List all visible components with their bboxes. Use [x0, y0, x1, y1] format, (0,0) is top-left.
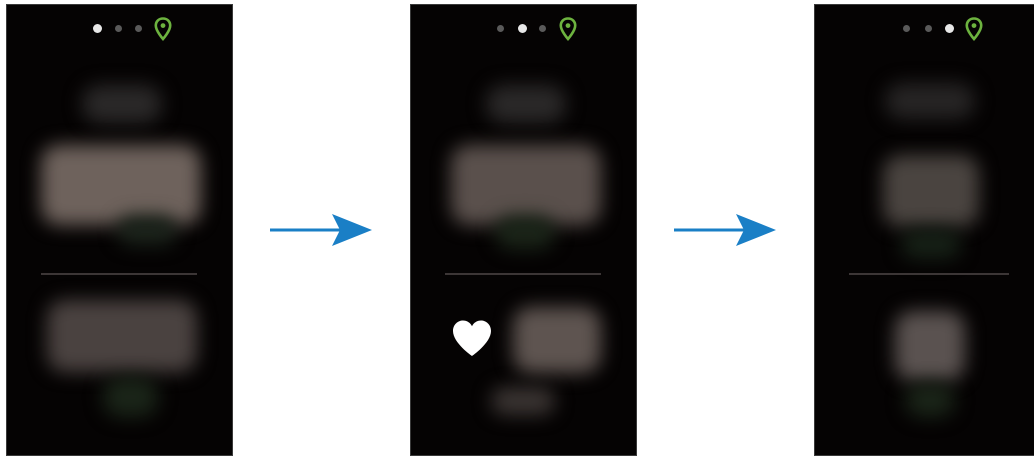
watch-screen-page-3	[814, 4, 1034, 456]
right-arrow-icon	[674, 214, 776, 246]
blurred-value	[41, 145, 201, 225]
page-dot[interactable]	[539, 25, 546, 32]
page-indicator	[815, 17, 1034, 41]
page-dot[interactable]	[903, 25, 910, 32]
location-pin-icon	[965, 17, 983, 41]
section-divider	[41, 273, 197, 275]
blurred-metric	[895, 311, 965, 381]
page-dot-active[interactable]	[518, 24, 527, 33]
blurred-status	[491, 387, 555, 415]
blurred-value	[451, 145, 601, 225]
location-pin-icon	[154, 17, 172, 41]
page-dot[interactable]	[135, 25, 142, 32]
page-dot-active[interactable]	[93, 24, 102, 33]
blurred-metric	[47, 300, 197, 372]
page-indicator	[7, 17, 232, 41]
blurred-status	[495, 215, 555, 249]
page-indicator	[411, 17, 636, 41]
blurred-label	[885, 83, 975, 119]
blurred-status	[905, 383, 955, 417]
blurred-status	[103, 377, 158, 417]
blurred-label	[82, 85, 162, 123]
page-dot[interactable]	[497, 25, 504, 32]
blurred-status	[117, 215, 177, 245]
location-pin-icon	[559, 17, 577, 41]
right-arrow-icon	[270, 214, 372, 246]
screen-sequence	[0, 0, 1034, 458]
page-dot[interactable]	[115, 25, 122, 32]
blurred-value	[883, 155, 979, 227]
page-dot-active[interactable]	[945, 24, 954, 33]
blurred-status	[901, 229, 961, 259]
page-dot[interactable]	[925, 25, 932, 32]
section-divider	[849, 273, 1009, 275]
watch-screen-page-1	[6, 4, 233, 456]
blurred-metric	[513, 307, 601, 373]
heart-icon	[453, 320, 491, 356]
section-divider	[445, 273, 601, 275]
blurred-label	[486, 85, 566, 123]
watch-screen-page-2	[410, 4, 637, 456]
